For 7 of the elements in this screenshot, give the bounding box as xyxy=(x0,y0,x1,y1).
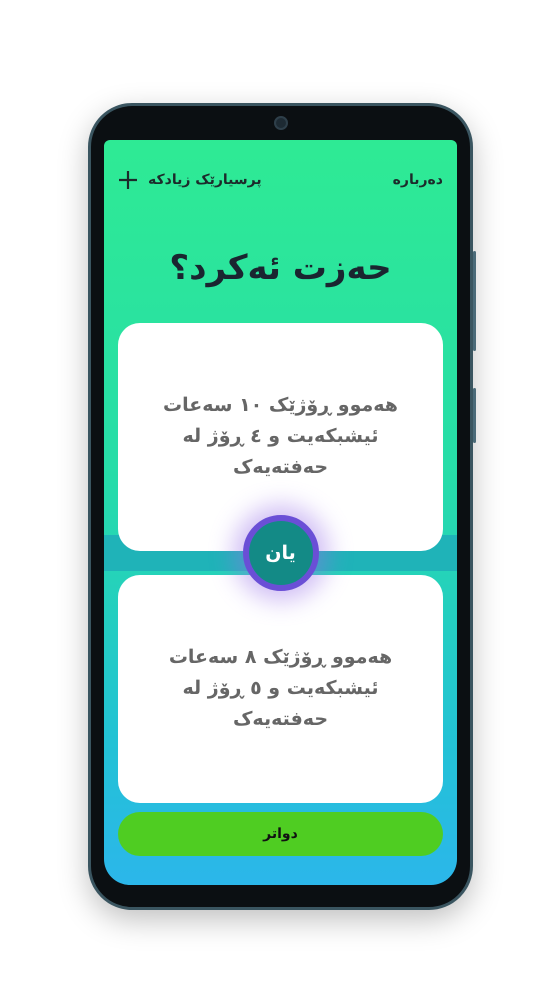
question-title: حەزت ئەکرد؟ xyxy=(168,248,393,289)
option-card[interactable]: هەموو ڕۆژێک ٨ سەعات ئیشبکەیت و ٥ ڕۆژ لە حەفتەیەک xyxy=(118,574,443,803)
add-question-button[interactable]: پرسیارێک زیادکە xyxy=(118,170,262,190)
plus-icon xyxy=(118,170,138,190)
about-link[interactable]: دەربارە xyxy=(392,172,443,188)
next-button[interactable]: دواتر xyxy=(118,812,443,856)
camera-icon xyxy=(274,116,288,130)
